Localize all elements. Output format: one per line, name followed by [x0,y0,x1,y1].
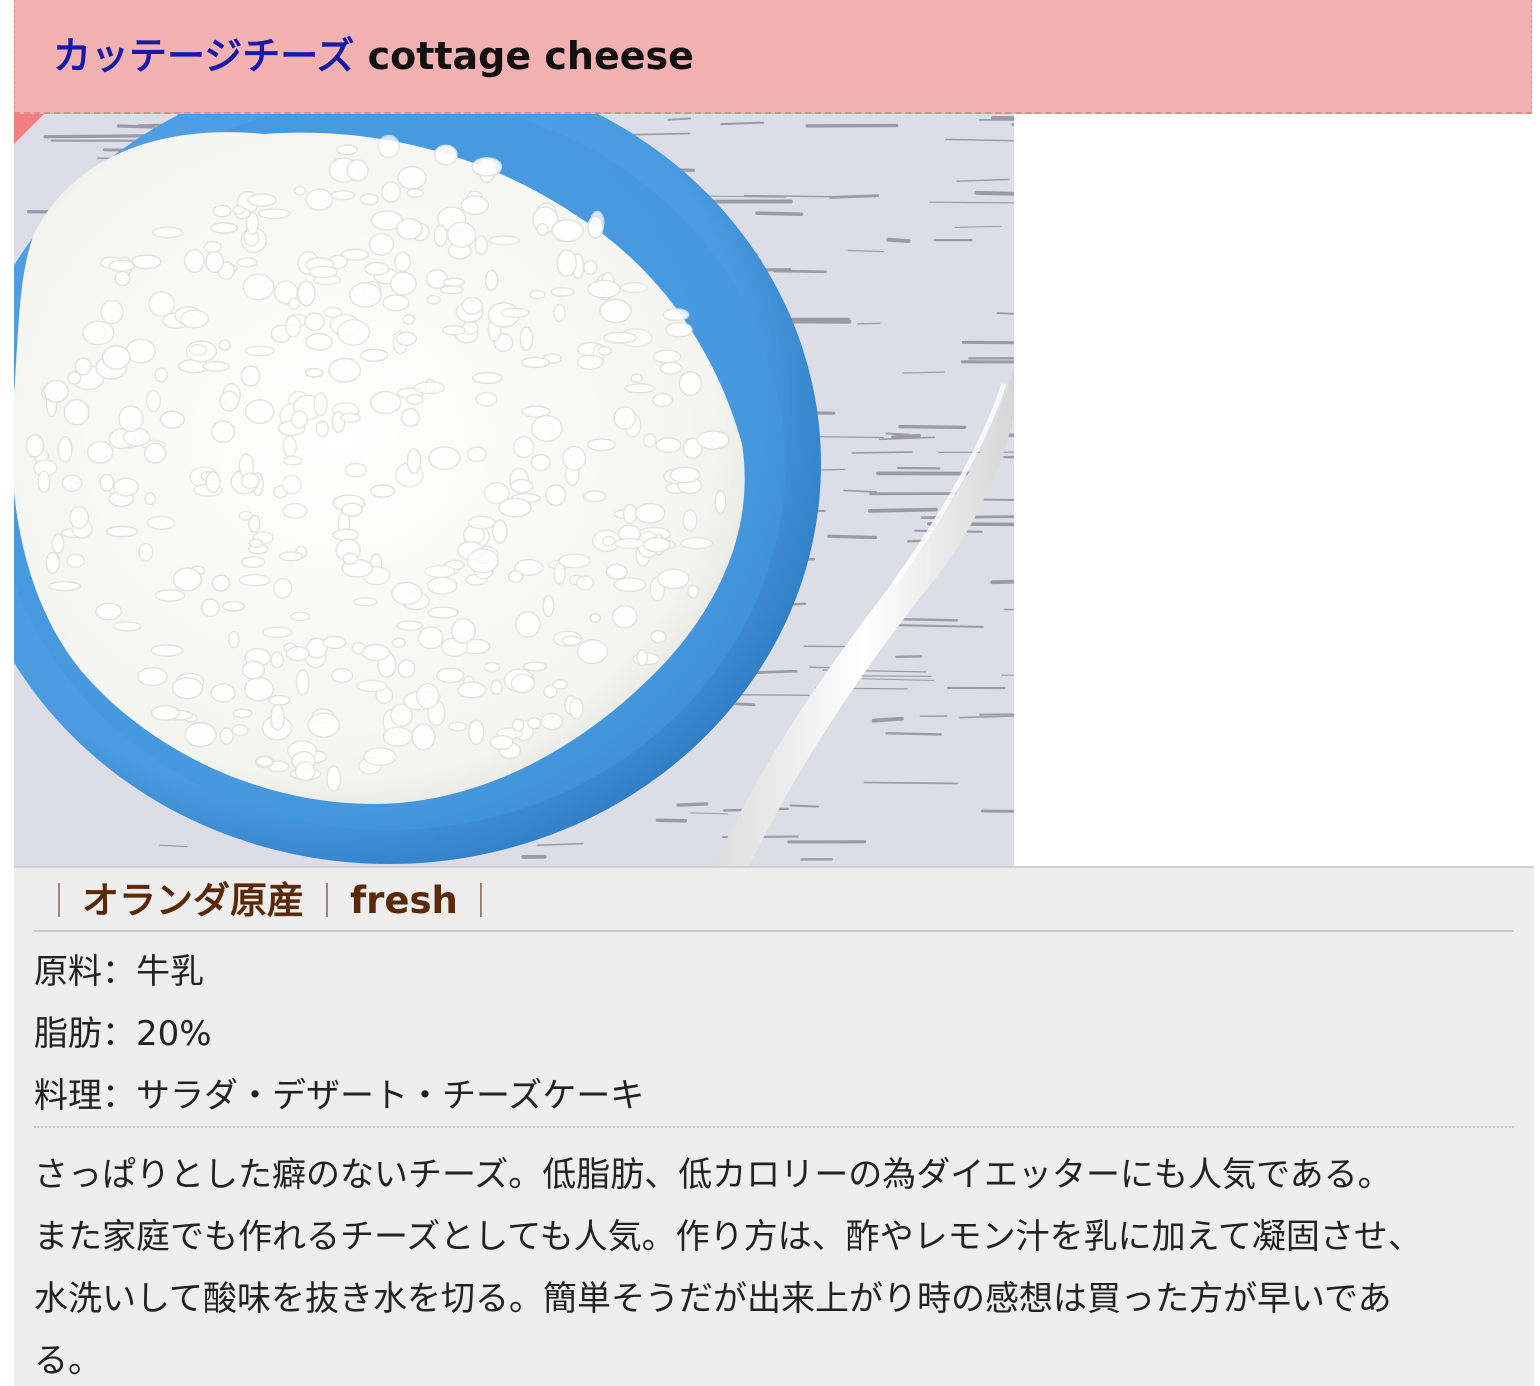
spec-separator: ： [102,1014,136,1054]
tag-separator: ｜ [310,882,344,922]
cheese-page: カッテージチーズ cottage cheese ｜ オランダ原産 ｜ fresh… [0,0,1540,1386]
spec-ingredient: 原料：牛乳 [34,950,204,994]
info-panel: ｜オランダ原産｜ fresh ｜ 原料：牛乳 脂肪：20% 料理：サラダ・デザート・… [14,866,1534,1386]
spec-separator: ： [102,1076,136,1116]
title-banner: カッテージチーズ cottage cheese [14,0,1532,114]
spec-value: 牛乳 [136,952,204,992]
cheese-tags: ｜オランダ原産｜ fresh ｜ [36,874,504,929]
description-line: さっぱりとした癖のないチーズ。低脂肪、低カロリーの為ダイエッターにも人気である。 [34,1155,1392,1195]
description-line: 水洗いして酸味を抜き水を切る。簡単そうだが出来上がり時の感想は買った方が早いであ [34,1279,1392,1319]
spec-cuisine: 料理：サラダ・デザート・チーズケーキ [34,1074,644,1118]
spec-value: 20% [136,1014,212,1054]
divider [34,930,1514,932]
tag-separator: ｜ [42,882,76,922]
spec-value: サラダ・デザート・チーズケーキ [136,1076,645,1116]
spec-separator: ： [102,952,136,992]
type-tag: fresh [350,879,458,922]
title-japanese: カッテージチーズ [53,34,355,78]
description-line: また家庭でも作れるチーズとしても人気。作り方は、酢やレモン汁を乳に加えて凝固させ… [34,1217,1422,1257]
tag-separator: ｜ [463,882,498,922]
origin-tag: オランダ原産 [82,879,304,922]
description: さっぱりとした癖のないチーズ。低脂肪、低カロリーの為ダイエッターにも人気である。… [34,1144,1514,1386]
ribbon-fold [14,114,44,144]
description-line: る。 [34,1341,102,1381]
spec-label: 料理 [34,1076,102,1116]
spec-fat: 脂肪：20% [34,1012,212,1056]
page-title: カッテージチーズ cottage cheese [53,33,694,79]
dotted-divider [34,1126,1514,1128]
spec-label: 脂肪 [34,1014,102,1054]
spec-label: 原料 [34,952,102,992]
cheese-photo [14,114,1014,866]
title-english: cottage cheese [367,34,694,78]
